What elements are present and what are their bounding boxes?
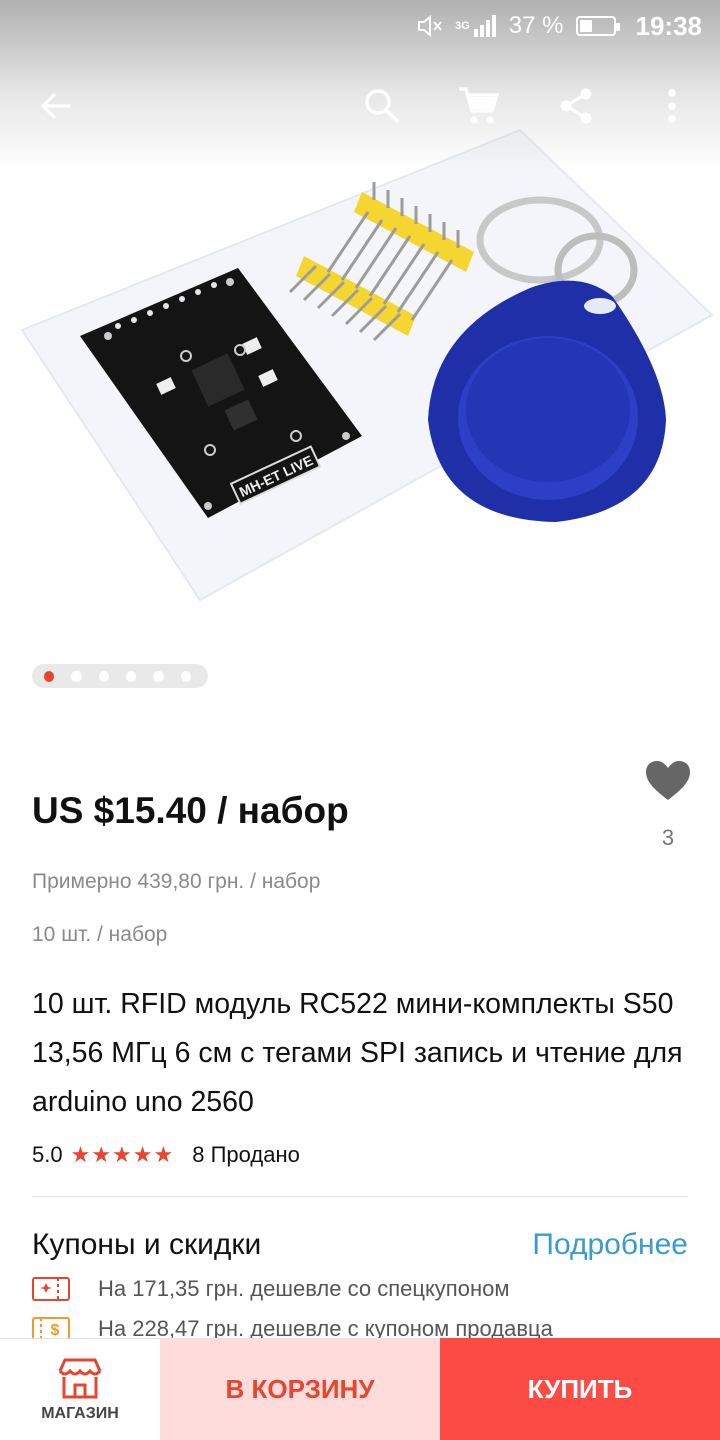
coupons-more-link[interactable]: Подробнее — [532, 1228, 688, 1262]
product-price: US $15.40 / набор — [32, 790, 349, 831]
divider — [32, 1196, 688, 1197]
gallery-indicator — [32, 664, 208, 688]
more-vertical-icon — [668, 89, 676, 123]
svg-text:$: $ — [51, 1322, 60, 1339]
share-icon — [560, 88, 592, 124]
battery-percent: 37 % — [508, 12, 564, 39]
status-bar: 3G 37 % 19:38 — [0, 0, 720, 52]
special-coupon-icon — [32, 1277, 70, 1301]
coupon-text: На 171,35 грн. дешевле со спецкупоном — [98, 1276, 510, 1301]
coupon-item[interactable]: На 171,35 грн. дешевле со спецкупоном — [32, 1276, 509, 1302]
star-rating-icon: ★★★★★ — [70, 1142, 175, 1167]
top-toolbar — [0, 70, 720, 140]
back-arrow-icon — [40, 92, 70, 120]
unit-quantity: 10 шт. / набор — [32, 923, 168, 946]
network-type: 3G — [455, 20, 470, 32]
cart-icon — [459, 87, 499, 124]
gallery-dot[interactable] — [125, 670, 137, 682]
share-button[interactable] — [550, 80, 602, 132]
wishlist-button[interactable]: 3 — [640, 760, 696, 851]
approximate-price: Примерно 439,80 грн. / набор — [32, 870, 321, 893]
wishlist-count: 3 — [661, 825, 675, 850]
signal-icon: 3G — [455, 15, 497, 37]
cart-button[interactable] — [452, 80, 504, 132]
search-button[interactable] — [356, 80, 408, 132]
mute-icon — [417, 14, 443, 38]
gallery-dot[interactable] — [71, 670, 82, 682]
battery-icon — [575, 16, 622, 36]
store-icon — [58, 1358, 102, 1398]
add-to-cart-button[interactable]: В КОРЗИНУ — [160, 1338, 440, 1440]
bottom-action-bar: МАГАЗИН В КОРЗИНУ КУПИТЬ — [0, 1338, 720, 1440]
gallery-dot[interactable] — [153, 670, 164, 682]
gallery-dot[interactable] — [98, 670, 109, 682]
battery-fill — [579, 20, 592, 32]
rating-value: 5.0 — [32, 1142, 63, 1167]
back-button[interactable] — [30, 80, 82, 132]
sold-count: 8 Продано — [192, 1142, 300, 1167]
coupons-title: Купоны и скидки — [32, 1228, 262, 1261]
store-label: МАГАЗИН — [41, 1404, 119, 1422]
gallery-dot[interactable] — [180, 670, 191, 682]
gallery-dot[interactable] — [44, 670, 55, 682]
rating-row[interactable]: 5.0 ★★★★★ 8 Продано — [32, 1142, 300, 1168]
buy-now-button[interactable]: КУПИТЬ — [440, 1338, 720, 1440]
heart-icon — [646, 761, 690, 800]
clock: 19:38 — [635, 10, 703, 41]
store-button[interactable]: МАГАЗИН — [0, 1338, 160, 1440]
more-button[interactable] — [646, 80, 698, 132]
product-title: 10 шт. RFID модуль RC522 мини-комплекты … — [32, 988, 683, 1118]
search-icon — [365, 89, 400, 124]
